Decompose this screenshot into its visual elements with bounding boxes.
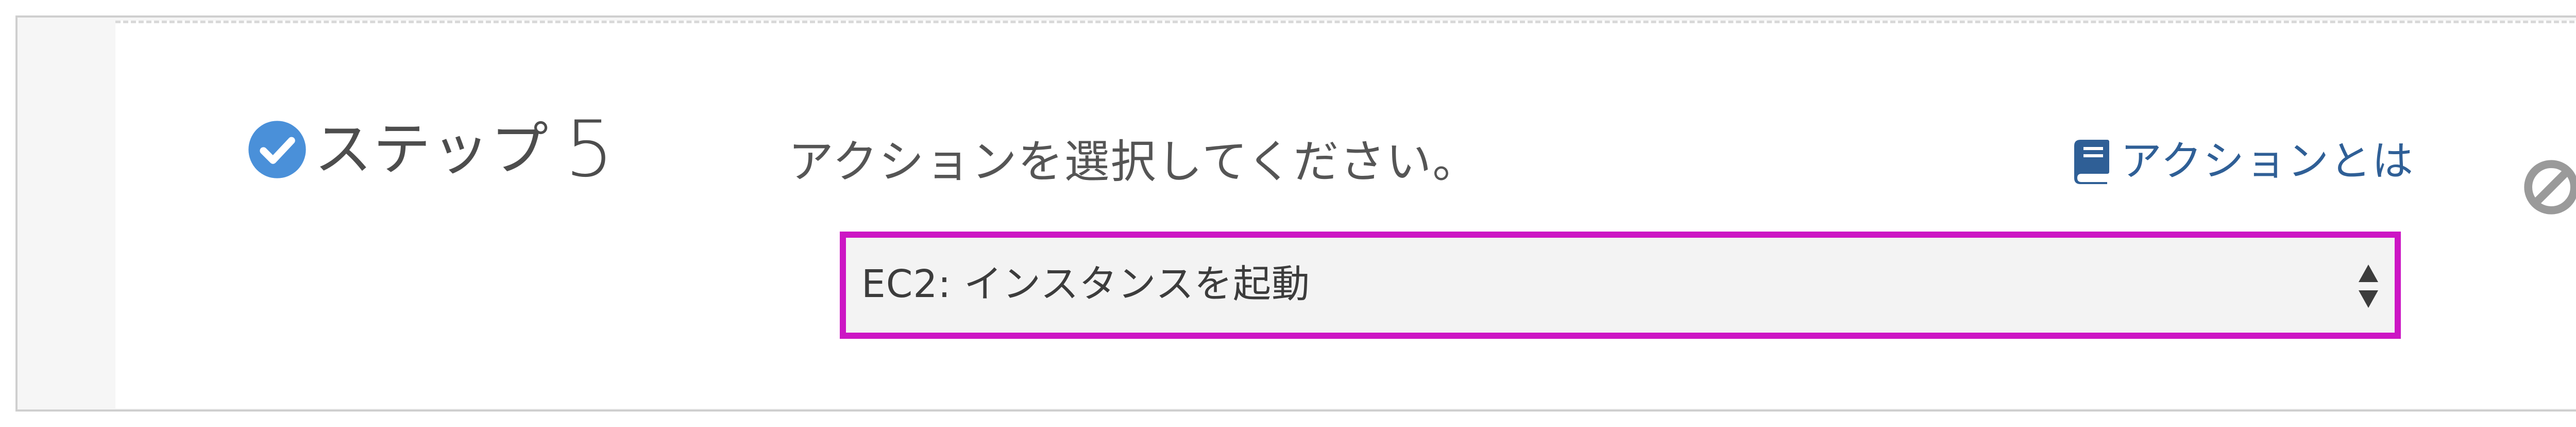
action-help-label: アクションとは (2121, 137, 2414, 185)
action-select[interactable]: EC2: インスタンスを起動 (840, 232, 2401, 339)
action-prompt: アクションを選択してください。 (788, 135, 1479, 188)
ban-icon[interactable] (2522, 158, 2576, 216)
step-label-text: ステップ (314, 116, 549, 183)
step-card: ステップ 5 アクションを選択してください。 アクションとは EC2: インスタ… (115, 21, 2576, 408)
step-header: ステップ 5 (247, 111, 614, 188)
step-number: 5 (565, 105, 614, 194)
book-icon (2074, 140, 2109, 184)
check-circle-icon (248, 121, 306, 178)
action-help-link[interactable]: アクションとは (2071, 136, 2414, 187)
outer-frame: ステップ 5 アクションを選択してください。 アクションとは EC2: インスタ… (15, 15, 2576, 412)
action-select-value: EC2: インスタンスを起動 (861, 262, 1310, 306)
sort-arrows-icon (2359, 265, 2378, 308)
